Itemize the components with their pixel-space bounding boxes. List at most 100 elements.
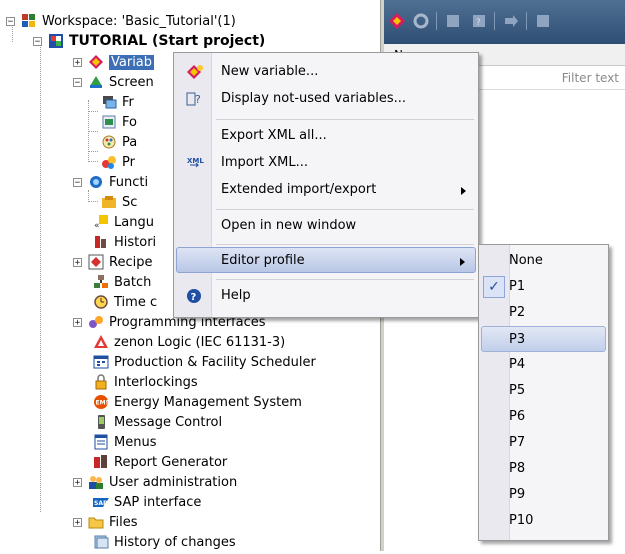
menu-item-help[interactable]: ? Help [176,283,476,309]
lock-icon [93,374,109,390]
submenu-item-label: P7 [509,435,526,450]
submenu-item-p8[interactable]: P8 [481,456,606,482]
language-icon: « [93,214,109,231]
unused-variables-icon: ? [186,91,204,107]
submenu-item-p9[interactable]: P9 [481,482,606,508]
expand-expander[interactable]: + [73,477,82,487]
new-variable-toolbar-icon[interactable] [388,12,406,30]
tree-item-variables[interactable]: + Variab [73,52,155,72]
screen-pa-label: Pa [122,134,138,150]
tree-item-files[interactable]: + Files [73,512,138,532]
submenu-item-p3[interactable]: P3 [481,326,606,352]
interlockings-label: Interlockings [114,374,198,390]
project-label: TUTORIAL (Start project) [69,33,266,49]
svg-text:XML: XML [187,157,204,165]
menu-item-import-xml[interactable]: XML Import XML... [176,150,476,176]
tree-item-interlockings[interactable]: Interlockings [93,372,198,392]
ems-icon: EMS [93,394,110,410]
energy-label: Energy Management System [114,394,302,410]
report-icon [93,454,109,470]
submenu-item-label: P4 [509,357,526,372]
submenu-item-label: P2 [509,305,526,320]
tree-item-sap[interactable]: SAP SAP interface [93,492,201,512]
new-variable-icon [186,64,204,80]
submenu-item-none[interactable]: None [481,248,606,274]
submenu-item-p6[interactable]: P6 [481,404,606,430]
menu-item-editor-profile[interactable]: Editor profile [176,247,476,273]
collapse-expander[interactable]: − [73,77,82,87]
tree-item-workspace[interactable]: − Workspace: 'Basic_Tutorial'(1) [6,11,236,31]
languages-label: Langu [114,214,154,230]
arrow-right-icon[interactable] [502,12,520,30]
gear-icon[interactable] [412,12,430,30]
submenu-item-p1[interactable]: ✓ P1 [481,274,606,300]
expand-expander[interactable]: + [73,57,82,67]
toolbar: ? [384,0,625,44]
users-icon [88,474,104,490]
tree-item-zenon-logic[interactable]: zenon Logic (IEC 61131-3) [93,332,285,352]
menu-item-open-new-window[interactable]: Open in new window [176,213,476,239]
unused-variables-icon[interactable]: ? [470,12,488,30]
screen-fo-label: Fo [122,114,137,130]
tree-item-screen-pa[interactable]: Pa [101,132,137,152]
tree-item-screens[interactable]: − Screen [73,72,154,92]
tree-item-batch[interactable]: Batch [93,272,151,292]
filter-icon[interactable] [444,12,462,30]
tree-item-languages[interactable]: « Langu [93,212,154,232]
menu-item-display-unused[interactable]: ? Display not-used variables... [176,86,476,112]
expand-expander[interactable]: + [73,257,82,267]
import-xml-label: Import XML... [221,155,309,170]
project-symbol-icon [101,154,117,170]
screens-label: Screen [109,74,154,90]
tree-item-time[interactable]: Time c [93,292,157,312]
collapse-expander[interactable]: − [6,16,15,26]
submenu-item-p4[interactable]: P4 [481,352,606,378]
submenu-item-label: P1 [509,279,526,294]
submenu-item-p7[interactable]: P7 [481,430,606,456]
menu-icon [93,434,109,450]
tree-item-screen-fo[interactable]: Fo [101,112,137,132]
tree-item-message[interactable]: Message Control [93,412,222,432]
tree-item-project[interactable]: − TUTORIAL (Start project) [33,31,265,51]
submenu-item-p10[interactable]: P10 [481,508,606,534]
palette-icon [101,134,117,150]
menu-item-export-xml[interactable]: Export XML all... [176,123,476,149]
tree-item-screen-pr[interactable]: Pr [101,152,135,172]
submenu-item-p5[interactable]: P5 [481,378,606,404]
collapse-expander[interactable]: − [73,177,82,187]
collapse-expander[interactable]: − [33,36,42,46]
menu-separator [216,209,474,210]
tree-item-production[interactable]: Production & Facility Scheduler [93,352,316,372]
toolbar-separator [436,12,437,30]
toolbar-separator [526,12,527,30]
screen-pr-label: Pr [122,154,135,170]
tree-item-recipes[interactable]: + Recipe [73,252,152,272]
tree-item-energy[interactable]: EMS Energy Management System [93,392,302,412]
menu-item-extended-import-export[interactable]: Extended import/export [176,177,476,203]
open-new-window-label: Open in new window [221,218,357,233]
editor-profile-submenu: None ✓ P1 P2 P3 P4 P5 P6 P7 P8 P9 P10 [478,244,609,541]
tree-item-functions[interactable]: − Functi [73,172,148,192]
functions-sc-label: Sc [122,194,138,210]
variable-icon [88,54,104,70]
expand-expander[interactable]: + [73,317,82,327]
history-label: History of changes [114,534,236,550]
tree-item-screen-fr[interactable]: Fr [101,92,134,112]
message-label: Message Control [114,414,223,430]
tree-item-user-admin[interactable]: + User administration [73,472,237,492]
time-label: Time c [114,294,158,310]
tree-item-menus[interactable]: Menus [93,432,156,452]
tree-item-functions-sc[interactable]: Sc [101,192,137,212]
clock-icon [93,294,109,310]
menus-label: Menus [114,434,157,450]
menu-separator [216,279,474,280]
submenu-item-p2[interactable]: P2 [481,300,606,326]
tree-item-history[interactable]: History of changes [93,532,236,552]
list-icon[interactable] [534,12,552,30]
expand-expander[interactable]: + [73,517,82,527]
menu-item-new-variable[interactable]: New variable... [176,59,476,85]
phone-icon [93,414,109,430]
tree-item-historian[interactable]: Histori [93,232,156,252]
script-icon [101,194,117,210]
tree-item-report[interactable]: Report Generator [93,452,227,472]
